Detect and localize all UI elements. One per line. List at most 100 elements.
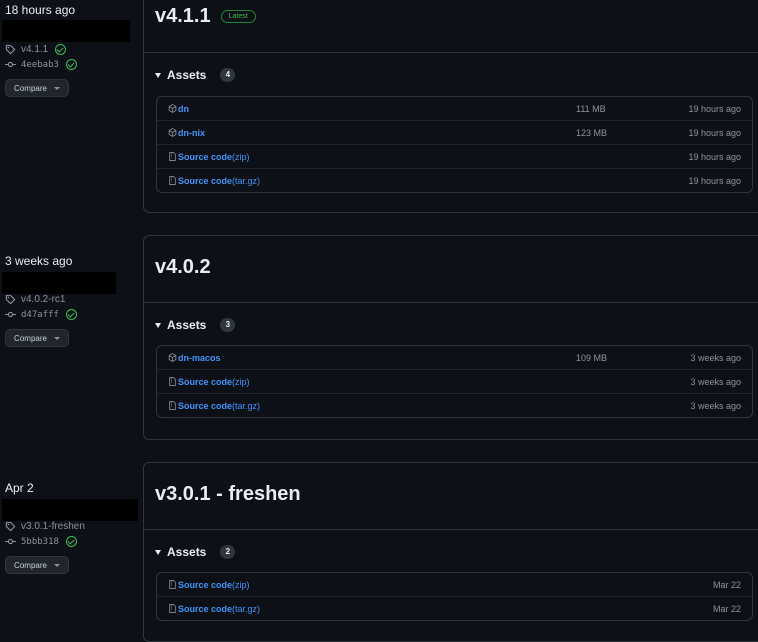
- commit-icon: [5, 311, 16, 318]
- assets-label: Assets: [167, 318, 207, 332]
- redacted-author: [2, 272, 116, 294]
- asset-suffix: (zip): [232, 376, 250, 387]
- asset-name: dn: [178, 103, 189, 114]
- asset-link[interactable]: Source code (tar.gz): [168, 401, 260, 411]
- release-date: Apr 2: [5, 481, 34, 495]
- compare-label: Compare: [14, 83, 47, 93]
- file-zip-icon: [168, 401, 178, 410]
- asset-link[interactable]: Source code (zip): [168, 152, 250, 162]
- asset-suffix: (zip): [232, 579, 250, 590]
- compare-button[interactable]: Compare: [5, 329, 69, 347]
- commit-link[interactable]: 4eebab3: [5, 59, 77, 70]
- asset-row: Source code (tar.gz) 3 weeks ago: [157, 393, 752, 417]
- verified-check-icon: [65, 309, 77, 320]
- tag-icon: [5, 521, 16, 532]
- assets-label: Assets: [167, 545, 207, 559]
- file-zip-icon: [168, 377, 178, 386]
- tag-name: v4.1.1: [21, 44, 49, 55]
- compare-button[interactable]: Compare: [5, 556, 69, 574]
- assets-toggle[interactable]: Assets 3: [155, 318, 236, 332]
- tag-icon: [5, 44, 16, 55]
- commit-icon: [5, 61, 16, 68]
- compare-button[interactable]: Compare: [5, 79, 69, 97]
- asset-date: 3 weeks ago: [690, 376, 741, 387]
- asset-name: Source code: [178, 376, 233, 387]
- asset-link[interactable]: dn: [168, 104, 189, 114]
- tag-link[interactable]: v4.0.2-rc1: [5, 294, 65, 305]
- file-zip-icon: [168, 152, 178, 161]
- asset-link[interactable]: Source code (zip): [168, 377, 250, 387]
- release-date: 18 hours ago: [5, 3, 76, 17]
- file-zip-icon: [168, 580, 178, 589]
- verified-check-icon: [65, 536, 77, 547]
- chevron-down-icon: [53, 563, 60, 567]
- asset-name: Source code: [178, 579, 233, 590]
- redacted-author: [2, 499, 138, 521]
- release-card: v4.0.2 Assets 3 dn-macos 109 MB 3 weeks ag…: [143, 235, 758, 440]
- commit-sha: 4eebab3: [21, 59, 59, 70]
- asset-size: 111 MB: [576, 103, 606, 114]
- triangle-down-icon: [155, 549, 161, 555]
- release-card: v3.0.1 - freshen Assets 2 Source code (z…: [143, 462, 758, 642]
- file-zip-icon: [168, 176, 178, 185]
- asset-date: 19 hours ago: [688, 175, 741, 186]
- asset-name: Source code: [178, 151, 233, 162]
- release-card: v4.1.1 Latest Assets 4 dn 111 MB 19 hours …: [143, 0, 758, 213]
- asset-date: 3 weeks ago: [690, 352, 741, 363]
- commit-icon: [5, 538, 16, 545]
- package-icon: [168, 128, 178, 137]
- asset-link[interactable]: Source code (zip): [168, 580, 250, 590]
- divider: [144, 529, 758, 530]
- asset-size: 109 MB: [576, 352, 608, 363]
- assets-count: 4: [220, 68, 236, 82]
- file-zip-icon: [168, 604, 178, 613]
- asset-name: dn-nix: [178, 127, 205, 138]
- asset-row: dn-nix 123 MB 19 hours ago: [157, 120, 752, 144]
- asset-suffix: (tar.gz): [232, 175, 261, 186]
- asset-name: Source code: [178, 603, 233, 614]
- commit-link[interactable]: 5bbb318: [5, 536, 77, 547]
- tag-name: v3.0.1-freshen: [21, 521, 85, 532]
- assets-label: Assets: [167, 68, 207, 82]
- commit-link[interactable]: d47afff: [5, 309, 77, 320]
- compare-label: Compare: [14, 560, 47, 570]
- asset-row: Source code (zip) Mar 22: [157, 573, 752, 596]
- assets-count: 3: [220, 318, 236, 332]
- asset-link[interactable]: dn-macos: [168, 353, 221, 363]
- asset-date: 19 hours ago: [688, 103, 741, 114]
- asset-date: 3 weeks ago: [690, 400, 741, 411]
- asset-link[interactable]: Source code (tar.gz): [168, 176, 260, 186]
- tag-link[interactable]: v4.1.1: [5, 44, 67, 55]
- asset-row: Source code (zip) 19 hours ago: [157, 144, 752, 168]
- release-title[interactable]: v4.1.1: [155, 5, 211, 28]
- tag-icon: [5, 294, 16, 305]
- asset-row: Source code (tar.gz) 19 hours ago: [157, 168, 752, 192]
- release-title[interactable]: v4.0.2: [155, 256, 211, 279]
- assets-list: dn 111 MB 19 hours ago dn-nix 123 MB 19 hours…: [156, 96, 753, 193]
- asset-name: dn-macos: [178, 352, 221, 363]
- verified-check-icon: [55, 44, 67, 55]
- asset-row: Source code (zip) 3 weeks ago: [157, 369, 752, 393]
- asset-link[interactable]: dn-nix: [168, 128, 205, 138]
- assets-list: dn-macos 109 MB 3 weeks ago Source code (zi…: [156, 345, 753, 418]
- asset-suffix: (tar.gz): [232, 400, 261, 411]
- chevron-down-icon: [53, 86, 60, 90]
- asset-row: dn 111 MB 19 hours ago: [157, 97, 752, 120]
- commit-sha: 5bbb318: [21, 536, 59, 547]
- asset-link[interactable]: Source code (tar.gz): [168, 604, 260, 614]
- asset-date: Mar 22: [712, 603, 741, 614]
- verified-check-icon: [65, 59, 77, 70]
- divider: [144, 302, 758, 303]
- asset-suffix: (tar.gz): [232, 603, 261, 614]
- package-icon: [168, 353, 178, 362]
- release-title[interactable]: v3.0.1 - freshen: [155, 483, 301, 506]
- assets-list: Source code (zip) Mar 22 Source code (tar.…: [156, 572, 753, 621]
- asset-name: Source code: [178, 400, 233, 411]
- assets-toggle[interactable]: Assets 4: [155, 68, 236, 82]
- compare-label: Compare: [14, 333, 47, 343]
- triangle-down-icon: [155, 72, 161, 78]
- asset-date: 19 hours ago: [688, 151, 741, 162]
- tag-link[interactable]: v3.0.1-freshen: [5, 521, 85, 532]
- asset-size: 123 MB: [576, 127, 608, 138]
- assets-toggle[interactable]: Assets 2: [155, 545, 236, 559]
